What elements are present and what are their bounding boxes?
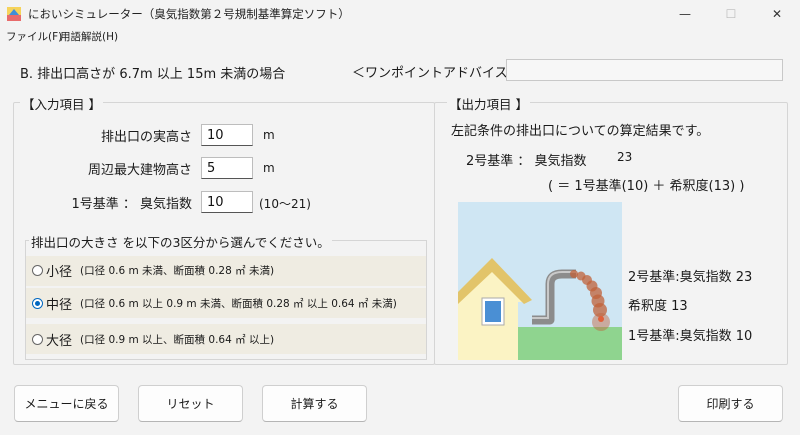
close-button[interactable]: ✕ bbox=[754, 0, 800, 28]
formula: ( ＝ 1号基準(10) ＋ 希釈度(13) ) bbox=[548, 179, 745, 194]
house-window bbox=[485, 301, 501, 322]
option-small-desc: (口径 0.6 m 未満、断面積 0.28 ㎡ 未満) bbox=[80, 264, 275, 277]
size-option-small[interactable]: 小径 (口径 0.6 m 未満、断面積 0.28 ㎡ 未満) bbox=[32, 255, 274, 285]
menu-glossary[interactable]: 用語解説(H) bbox=[60, 29, 118, 44]
option-medium-desc: (口径 0.6 m 以上 0.9 m 未満、断面積 0.28 ㎡ 以上 0.64… bbox=[80, 297, 397, 310]
print-button[interactable]: 印刷する bbox=[678, 385, 783, 422]
legend-standard1: 1号基準:臭気指数 10 bbox=[628, 329, 753, 344]
outlet-height-label: 排出口の実高さ bbox=[100, 130, 192, 145]
window-title: においシミュレーター（臭気指数第２号規制基準算定ソフト） bbox=[28, 7, 350, 21]
menu-file[interactable]: ファイル(F) bbox=[6, 29, 62, 44]
option-medium-label: 中径 bbox=[46, 297, 73, 313]
radio-large[interactable] bbox=[32, 333, 43, 345]
output-description: 左記条件の排出口についての算定結果です。 bbox=[451, 124, 710, 139]
building-height-label: 周辺最大建物高さ bbox=[87, 163, 192, 178]
legend-dilution: 希釈度 13 bbox=[628, 299, 688, 314]
maximize-button[interactable]: ☐ bbox=[708, 0, 754, 28]
standard1-range: (10〜21) bbox=[259, 197, 311, 211]
app-icon bbox=[7, 7, 21, 21]
advice-box bbox=[506, 59, 783, 81]
case-title: B. 排出口高さが 6.7m 以上 15m 未満の場合 bbox=[20, 67, 286, 82]
output-legend: 【出力項目 】 bbox=[447, 94, 530, 113]
minimize-button[interactable]: — bbox=[662, 0, 708, 28]
back-to-menu-button[interactable]: メニューに戻る bbox=[14, 385, 119, 422]
standard1-input[interactable] bbox=[201, 191, 253, 213]
calculate-button[interactable]: 計算する bbox=[262, 385, 367, 422]
advice-label: ＜ワンポイントアドバイス＞ bbox=[352, 66, 521, 81]
outlet-height-unit: m bbox=[263, 128, 275, 142]
input-legend: 【入力項目 】 bbox=[20, 94, 103, 113]
standard2-value: 23 bbox=[617, 150, 633, 164]
outlet-illustration bbox=[458, 202, 622, 360]
outlet-height-input[interactable] bbox=[201, 124, 253, 146]
menu-bar bbox=[0, 28, 800, 44]
size-option-large[interactable]: 大径 (口径 0.9 m 以上、断面積 0.64 ㎡ 以上) bbox=[32, 324, 274, 354]
option-small-label: 小径 bbox=[46, 264, 73, 280]
option-large-label: 大径 bbox=[46, 333, 73, 349]
building-height-input[interactable] bbox=[201, 157, 253, 179]
legend-standard2: 2号基準:臭気指数 23 bbox=[628, 270, 753, 285]
radio-small[interactable] bbox=[32, 264, 43, 276]
standard2-label: 2号基準 ： 臭気指数 bbox=[466, 154, 587, 169]
reset-button[interactable]: リセット bbox=[138, 385, 243, 422]
size-option-medium[interactable]: 中径 (口径 0.6 m 以上 0.9 m 未満、断面積 0.28 ㎡ 以上 0… bbox=[32, 288, 397, 318]
standard1-label: 1号基準 ： 臭気指数 bbox=[71, 197, 192, 212]
size-legend: 排出口の大きさ を以下の3区分から選んでください。 bbox=[29, 232, 332, 251]
plume-point bbox=[598, 316, 604, 322]
option-large-desc: (口径 0.9 m 以上、断面積 0.64 ㎡ 以上) bbox=[80, 333, 275, 346]
building-height-unit: m bbox=[263, 161, 275, 175]
radio-medium[interactable] bbox=[32, 297, 43, 309]
